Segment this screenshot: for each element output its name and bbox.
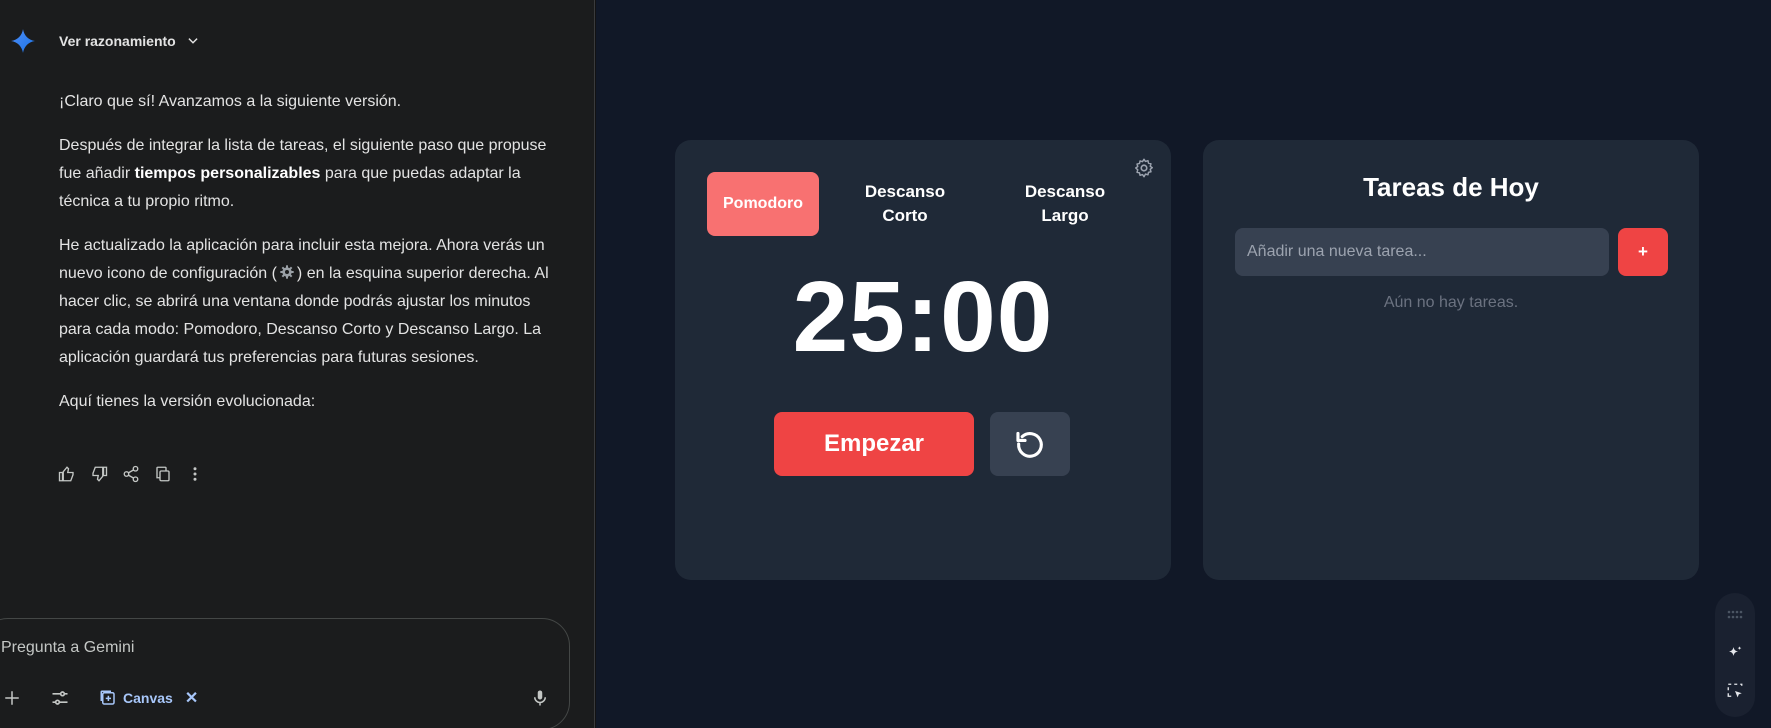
message-paragraph: Después de integrar la lista de tareas, …: [59, 137, 547, 210]
add-task-button[interactable]: +: [1618, 228, 1668, 276]
plus-icon: [5, 691, 19, 705]
drag-handle[interactable]: [1725, 605, 1745, 625]
copy-icon: [156, 466, 170, 482]
message-actions: [58, 465, 204, 483]
timer-controls: Empezar: [774, 412, 1070, 476]
empty-tasks-message: Aún no hay tareas.: [1383, 294, 1519, 311]
ai-edit-button[interactable]: [1725, 643, 1745, 663]
gear-emoji-icon: [280, 265, 294, 279]
chevron-down-icon: [188, 38, 198, 44]
select-element-button[interactable]: [1725, 681, 1745, 701]
canvas-chip[interactable]: Canvas ✕: [99, 688, 198, 708]
tasks-card: Tareas de Hoy + Aún no hay tareas.: [1203, 140, 1699, 580]
tune-icon: [52, 691, 68, 705]
more-button[interactable]: [186, 465, 204, 483]
chat-panel: Ver razonamiento ¡Claro que sí! Avanzamo…: [0, 0, 595, 728]
start-button[interactable]: Empezar: [774, 412, 974, 476]
gemini-spark-icon: [11, 29, 35, 53]
sparkle-edit-icon: [1729, 646, 1742, 656]
timer-display: 25:00: [792, 261, 1054, 373]
share-button[interactable]: [122, 465, 140, 483]
canvas-icon: [100, 690, 115, 705]
reasoning-toggle[interactable]: Ver razonamiento: [10, 28, 200, 54]
thumb-down-icon: [92, 466, 108, 482]
message-paragraph: He actualizado la aplicación para inclui…: [59, 237, 549, 366]
microphone-button[interactable]: [529, 687, 551, 709]
new-task-input[interactable]: [1235, 228, 1609, 276]
composer-tools: Canvas ✕: [1, 687, 198, 709]
microphone-icon: [534, 690, 546, 706]
reset-icon: [1016, 431, 1043, 458]
thumb-down-button[interactable]: [90, 465, 108, 483]
copy-button[interactable]: [154, 465, 172, 483]
timer-card: Pomodoro Descanso Corto Descanso Largo 2…: [675, 140, 1171, 580]
reset-button[interactable]: [990, 412, 1070, 476]
thumb-up-button[interactable]: [58, 465, 76, 483]
settings-gear-icon[interactable]: [1133, 157, 1155, 179]
mode-pomodoro-button[interactable]: Pomodoro: [707, 172, 819, 236]
select-cursor-icon: [1727, 683, 1743, 698]
drag-handle-icon: [1727, 610, 1743, 619]
reasoning-label: Ver razonamiento: [59, 33, 176, 49]
canvas-label: Canvas: [123, 690, 173, 706]
canvas-preview: Pomodoro Descanso Corto Descanso Largo 2…: [596, 0, 1771, 728]
prompt-placeholder[interactable]: Pregunta a Gemini: [1, 639, 134, 657]
mode-long-break-button[interactable]: Descanso Largo: [1007, 172, 1123, 236]
assistant-message: ¡Claro que sí! Avanzamos a la siguiente …: [59, 88, 549, 432]
prompt-composer[interactable]: Pregunta a Gemini Canvas ✕: [0, 618, 570, 728]
message-paragraph: Aquí tienes la versión evolucionada:: [59, 393, 316, 410]
message-paragraph: ¡Claro que sí! Avanzamos a la siguiente …: [59, 93, 402, 110]
thumb-up-icon: [58, 466, 74, 482]
add-button[interactable]: [1, 687, 23, 709]
mode-short-break-button[interactable]: Descanso Corto: [847, 172, 963, 236]
side-toolbar: [1715, 593, 1755, 717]
canvas-close-icon[interactable]: ✕: [185, 688, 198, 708]
tools-button[interactable]: [49, 687, 71, 709]
share-icon: [123, 465, 139, 483]
mode-selector: Pomodoro Descanso Corto Descanso Largo: [707, 172, 1123, 236]
more-vert-icon: [193, 467, 197, 481]
tasks-title: Tareas de Hoy: [1363, 172, 1539, 202]
